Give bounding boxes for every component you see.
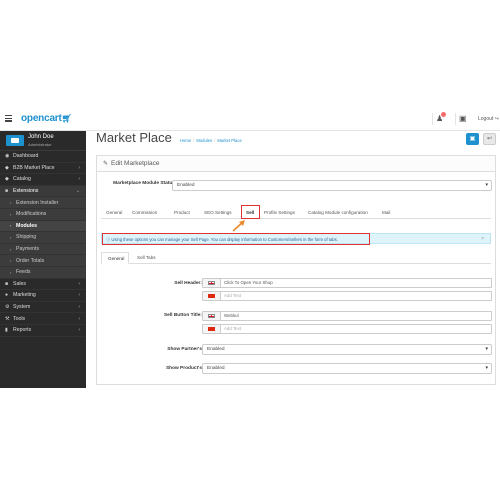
caret-down-icon: ▾ xyxy=(485,365,488,371)
chevron-right-icon: › xyxy=(78,304,80,311)
opencart-logo[interactable]: opencart🛒︎ xyxy=(21,113,72,124)
chevron-right-icon: › xyxy=(78,280,80,287)
sidebar-item-shipping[interactable]: › Shipping xyxy=(0,232,86,244)
save-button[interactable]: ▣ xyxy=(466,133,479,145)
tab-sell[interactable]: Sell xyxy=(241,205,260,219)
pencil-icon: ✎ xyxy=(103,161,109,167)
cart-icon: ■ xyxy=(5,280,9,287)
sidebar-item-catalog[interactable]: ◆ Catalog › xyxy=(0,174,86,186)
sidebar-item-b2b-market-place[interactable]: ◆ B2B Market Place › xyxy=(0,163,86,175)
profile-name: John Doe xyxy=(28,134,54,140)
sidebar-item-tools[interactable]: ⚒ Tools › xyxy=(0,313,86,325)
chevron-down-icon: ⌄ xyxy=(75,188,80,195)
tab-product[interactable]: Product xyxy=(174,210,190,215)
chart-icon: ▮ xyxy=(5,327,8,334)
sell-button-title-label: Sell Button Title: xyxy=(163,313,202,318)
tag-icon: ◆ xyxy=(5,176,9,183)
china-flag-icon xyxy=(203,292,221,300)
tab-catalog-module-configuration[interactable]: Catalog Module configuration xyxy=(308,210,368,215)
dashboard-icon: ◉ xyxy=(5,153,10,160)
caret-down-icon: ▾ xyxy=(485,182,488,188)
china-flag-icon xyxy=(203,325,221,333)
logout-link[interactable]: Logout ↪ xyxy=(478,116,499,122)
notifications-icon[interactable]: ♟ xyxy=(432,112,446,125)
sidebar-item-modules[interactable]: › Modules xyxy=(0,220,86,233)
uk-flag-icon xyxy=(203,279,221,287)
puzzle-icon: ■ xyxy=(5,188,9,195)
user-profile[interactable]: John Doe Administrator xyxy=(0,131,86,151)
close-icon[interactable]: × xyxy=(481,236,484,242)
gear-icon: ⚙ xyxy=(5,304,10,311)
avatar xyxy=(6,135,24,146)
breadcrumb-home[interactable]: Home xyxy=(180,138,191,143)
share-icon: ● xyxy=(5,292,9,299)
panel-heading: ✎ Edit Marketplace xyxy=(97,156,495,172)
show-partners-select[interactable]: Enabled ▾ xyxy=(202,344,492,355)
sidebar-item-extensions[interactable]: ■ Extensions ⌄ xyxy=(0,185,86,198)
sidebar-item-marketing[interactable]: ● Marketing › xyxy=(0,290,86,302)
sidebar-item-system[interactable]: ⚙ System › xyxy=(0,302,86,314)
back-button[interactable]: ↩ xyxy=(483,133,496,145)
sidebar-item-order-totals[interactable]: › Order Totals xyxy=(0,255,86,267)
chevron-right-icon: › xyxy=(78,315,80,322)
uk-flag-icon xyxy=(203,312,221,320)
caret-down-icon: ▾ xyxy=(485,346,488,352)
sidebar-item-dashboard[interactable]: ◉ Dashboard xyxy=(0,151,86,163)
subtab-general[interactable]: General xyxy=(101,252,129,264)
sidebar-item-reports[interactable]: ▮ Reports › xyxy=(0,325,86,337)
chevron-right-icon: › xyxy=(78,292,80,299)
logout-icon: ↪ xyxy=(494,116,499,122)
module-status-select[interactable]: Enabled ▾ xyxy=(172,180,492,191)
show-products-select[interactable]: Enabled ▾ xyxy=(202,363,492,374)
profile-role: Administrator xyxy=(28,142,52,147)
sell-button-en-input[interactable]: Webkul xyxy=(202,311,492,321)
tab-general[interactable]: General xyxy=(106,210,122,215)
sell-header-en-input[interactable]: Click To Open Your Shop xyxy=(202,278,492,288)
save-icon: ▣ xyxy=(469,136,476,142)
breadcrumb: Home / Modules / Market Place xyxy=(180,138,242,143)
sidebar-item-extension-installer[interactable]: › Extension Installer xyxy=(0,197,86,209)
store-front-icon[interactable]: ▣ xyxy=(455,113,467,125)
sidebar-item-modifications[interactable]: › Modifications xyxy=(0,208,86,221)
breadcrumb-market-place[interactable]: Market Place xyxy=(217,138,241,143)
subtab-sell-tabs[interactable]: Sell Tabs xyxy=(137,255,156,260)
chevron-right-icon: › xyxy=(78,327,80,334)
tab-profile-settings[interactable]: Profile Settings xyxy=(264,210,295,215)
sidebar-item-feeds[interactable]: › Feeds xyxy=(0,266,86,279)
tab-seo-settings[interactable]: SEO Settings xyxy=(204,210,232,215)
top-navbar: opencart🛒︎ ♟ ▣ Logout ↪ xyxy=(0,107,500,131)
tab-commission[interactable]: Commission xyxy=(132,210,157,215)
module-status-label: Marketplace Module Status xyxy=(113,181,175,186)
store-icon: ◆ xyxy=(5,164,9,171)
sell-header-cn-input[interactable]: Add Text xyxy=(202,291,492,301)
sidebar-item-sales[interactable]: ■ Sales › xyxy=(0,279,86,291)
sell-button-cn-input[interactable]: Add Text xyxy=(202,324,492,334)
show-products-label: Show Product's xyxy=(165,366,202,371)
sidebar: John Doe Administrator ◉ Dashboard ◆ B2B M… xyxy=(0,131,86,388)
arrow-annotation xyxy=(232,220,245,232)
settings-tabs: General Commission Product SEO Settings … xyxy=(101,205,491,219)
tab-mail[interactable]: Mail xyxy=(382,210,390,215)
reply-icon: ↩ xyxy=(486,136,493,142)
show-partners-label: Show Partner's xyxy=(167,347,202,352)
info-icon: ⓘ xyxy=(106,237,111,242)
wrench-icon: ⚒ xyxy=(5,315,10,322)
menu-toggle-icon[interactable] xyxy=(5,115,12,122)
breadcrumb-modules[interactable]: Modules xyxy=(196,138,212,143)
sidebar-item-payments[interactable]: › Payments xyxy=(0,243,86,256)
chevron-right-icon: › xyxy=(78,176,80,183)
chevron-right-icon: › xyxy=(78,164,80,171)
edit-marketplace-panel: ✎ Edit Marketplace Marketplace Module St… xyxy=(96,155,496,385)
info-alert: ⓘ Using these options you can manage you… xyxy=(101,233,491,245)
sell-header-label: Sell Header: xyxy=(174,281,202,286)
sell-subtabs: General Sell Tabs xyxy=(101,252,491,264)
page-title: Market Place xyxy=(96,130,172,145)
